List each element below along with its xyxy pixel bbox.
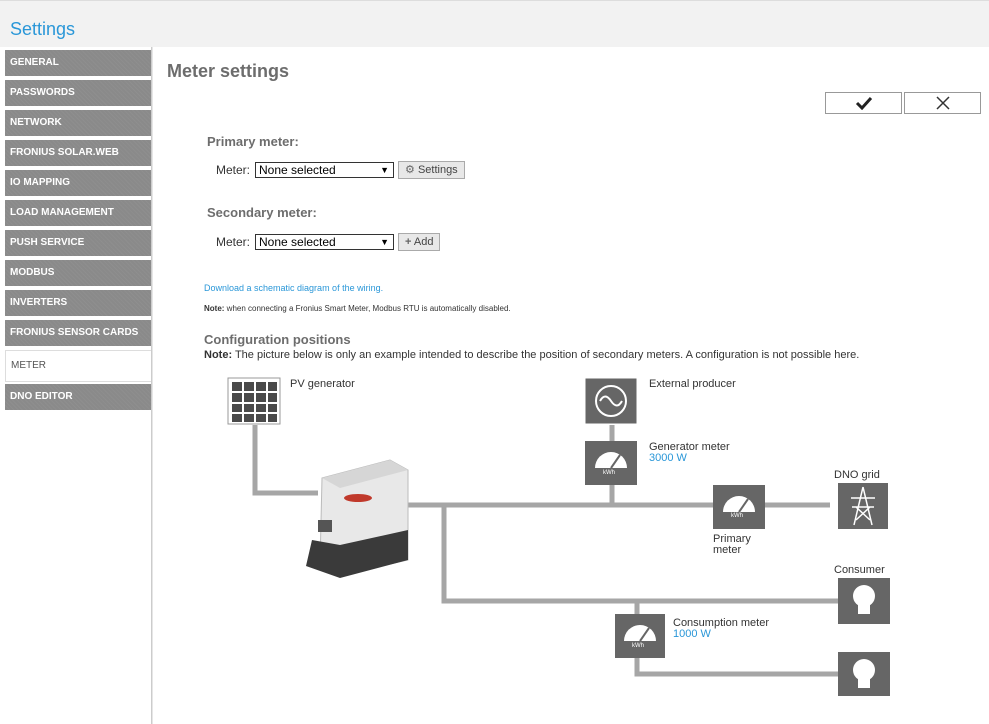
consumption-meter-icon bbox=[615, 614, 665, 658]
consumer-label: Consumer bbox=[834, 564, 885, 576]
generator-meter-icon bbox=[585, 441, 637, 485]
inverter-icon bbox=[306, 459, 409, 578]
light-bulb-icon bbox=[838, 578, 890, 624]
consumption-meter-unit: kWh bbox=[632, 643, 644, 649]
pv-generator-label: PV generator bbox=[290, 378, 355, 390]
external-producer-label: External producer bbox=[649, 378, 736, 390]
generator-meter-value: 3000 W bbox=[649, 452, 687, 464]
generator-meter-unit: kWh bbox=[603, 470, 615, 476]
primary-meter-unit: kWh bbox=[731, 513, 743, 519]
primary-meter-icon bbox=[713, 485, 765, 529]
power-tower-icon bbox=[838, 483, 888, 529]
dno-grid-label: DNO grid bbox=[834, 469, 880, 481]
solar-panel-icon bbox=[227, 377, 281, 425]
light-bulb-icon bbox=[838, 652, 890, 696]
ac-generator-icon bbox=[584, 377, 638, 425]
primary-meter-label-line2: meter bbox=[713, 544, 742, 556]
consumption-meter-value: 1000 W bbox=[673, 628, 711, 640]
configuration-diagram bbox=[151, 47, 890, 724]
